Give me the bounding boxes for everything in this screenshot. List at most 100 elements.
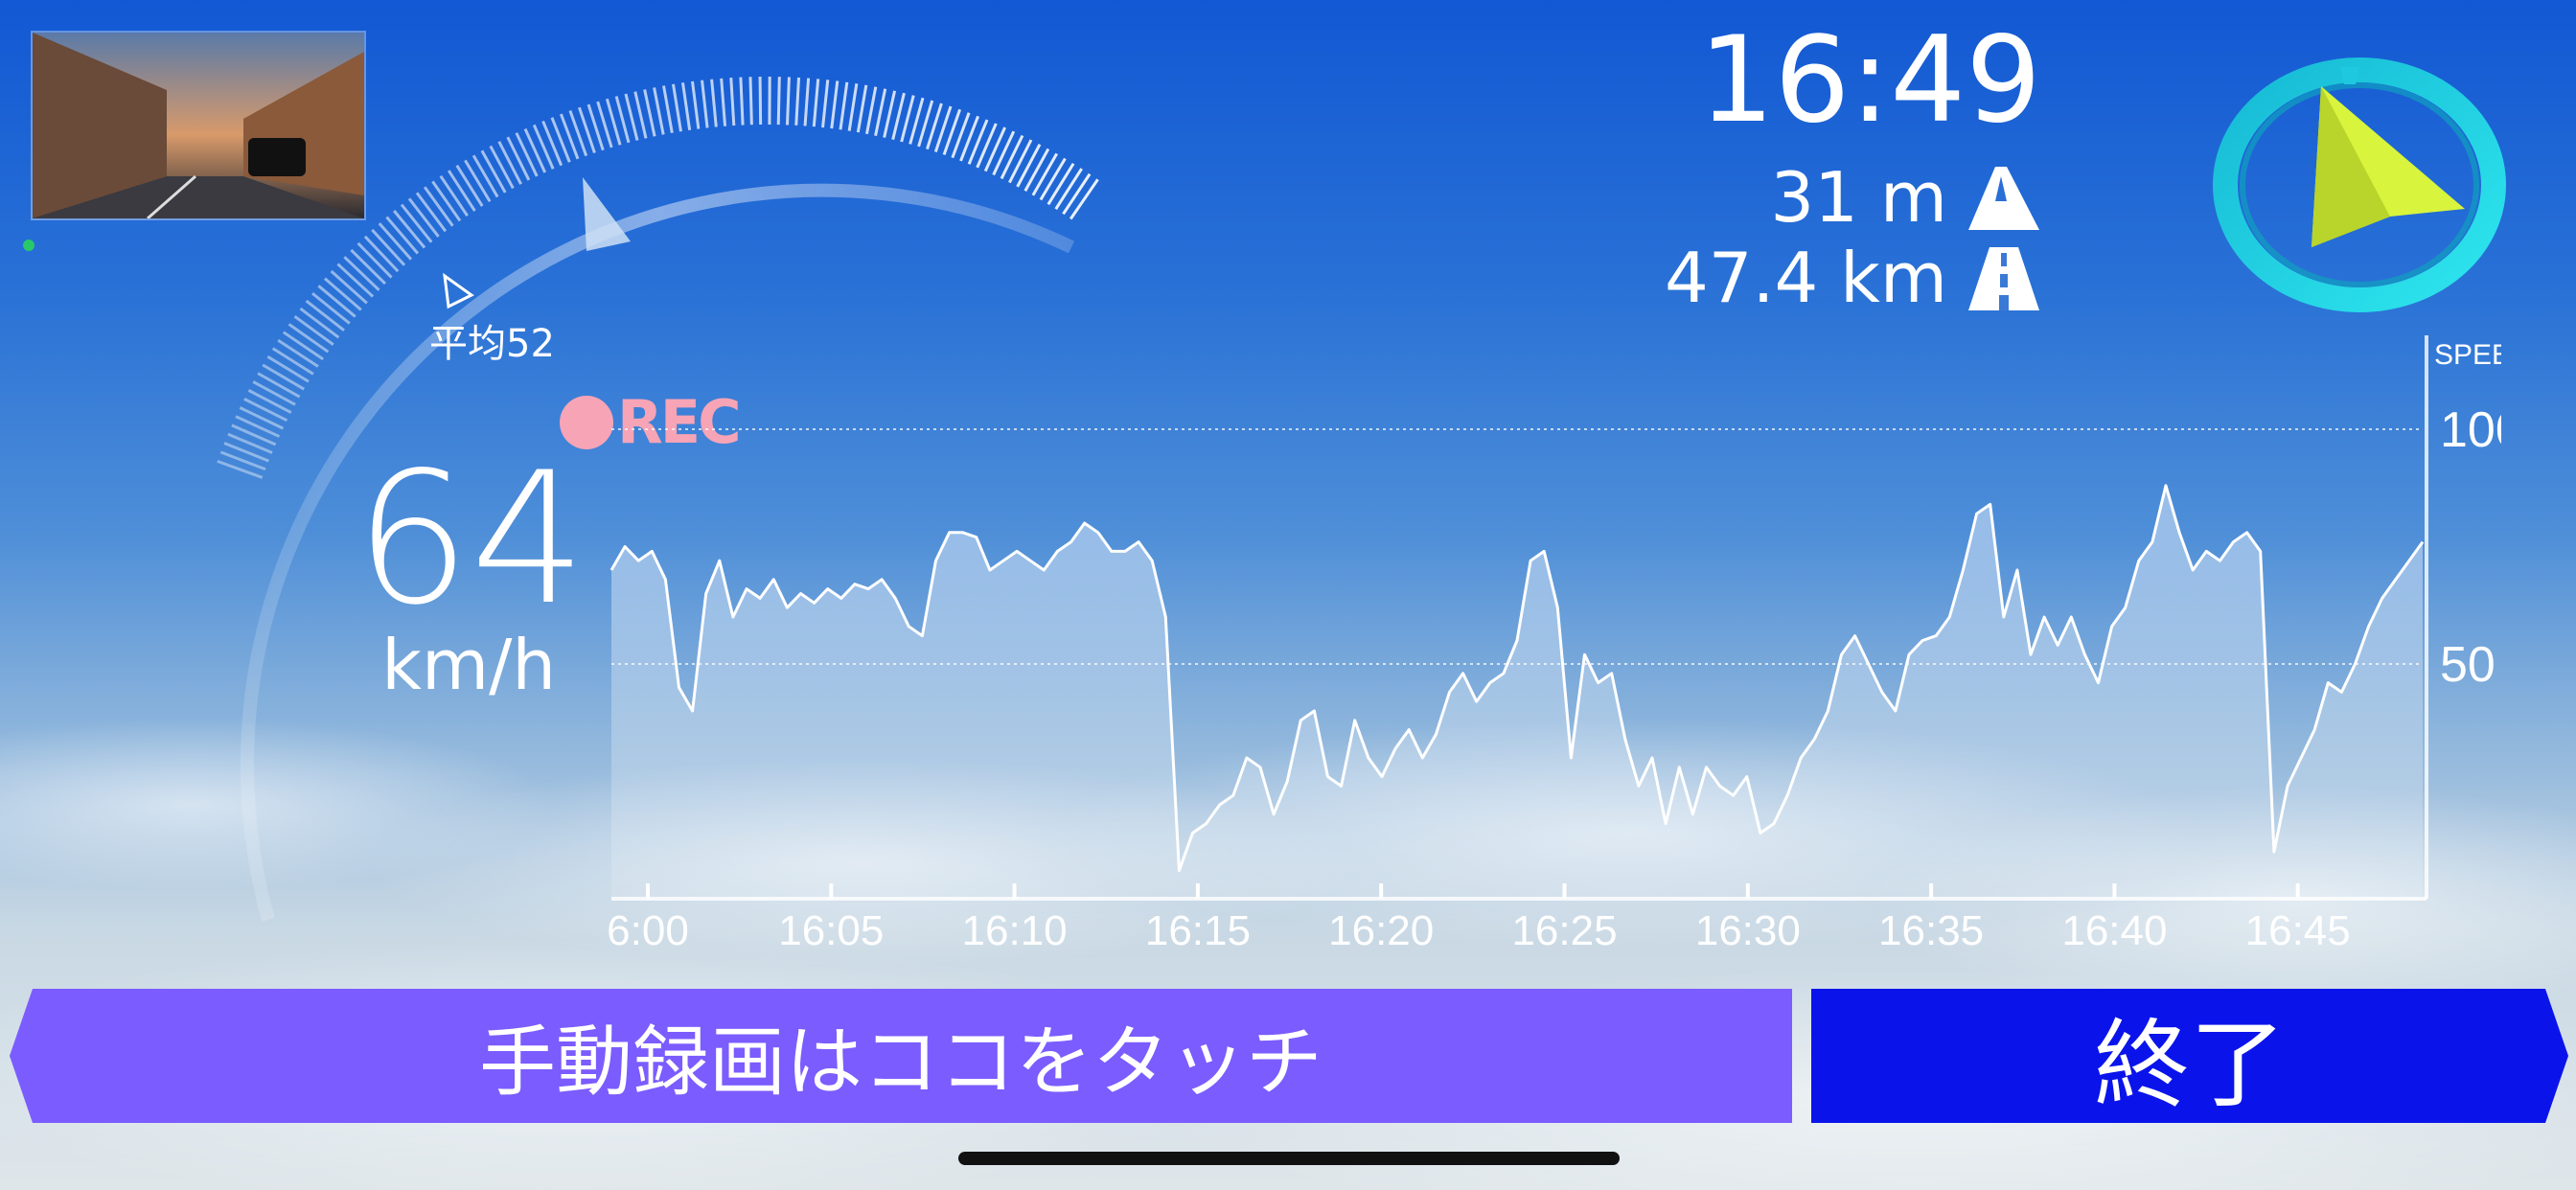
gauge-tick [959,115,979,162]
gauge-tick [1024,148,1050,192]
gauge-tick [643,89,656,137]
chart-x-tick-label: 16:35 [1878,907,1984,954]
home-indicator [958,1152,1620,1165]
speed-needle-marker [583,177,631,251]
average-speed-marker-icon [443,272,474,309]
gauge-tick [480,149,507,194]
gauge-tick [217,459,264,479]
gauge-tick [227,432,273,454]
chart-y-tick-label: 50 [2440,637,2496,693]
gauge-tick [739,77,745,126]
end-button-label: 終了 [2094,1008,2286,1121]
gauge-tick [662,85,674,134]
gauge-tick [559,113,580,160]
gauge-tick [472,154,499,198]
distance-row: 47.4 km [1665,238,2041,318]
altitude-value: 31 m [1770,157,1947,238]
chart-x-tick-label: 16:20 [1328,907,1434,954]
gauge-tick [1046,162,1075,206]
gauge-tick [252,380,296,406]
gauge-tick [720,78,727,126]
gauge-tick [231,423,277,446]
gauge-tick [680,82,692,131]
gauge-tick [710,79,718,127]
chart-x-tick-label: 6:00 [607,907,689,954]
gauge-tick [701,80,709,128]
gauge-tick [1039,157,1067,201]
chart-x-tick-label: 16:25 [1511,907,1617,954]
gauge-tick [523,127,547,173]
gauge-tick [266,355,310,383]
manual-record-button-label: 手動録画はココをタッチ [479,1018,1322,1107]
gauge-tick [464,159,492,203]
gauge-tick [243,398,288,423]
gauge-tick [748,77,753,126]
gauge-tick [1000,134,1024,180]
gauge-tick [262,363,306,391]
gauge-tick [883,90,897,138]
gauge-tick [983,126,1006,172]
mountain-icon [1968,167,2039,230]
distance-value: 47.4 km [1664,238,1947,318]
gauge-tick [489,145,515,190]
gauge-tick [653,87,665,135]
gauge-tick [247,389,292,414]
chart-x-tick-label: 16:10 [962,907,1068,954]
gauge-tick [1031,152,1058,196]
gauge-tick [257,372,301,399]
gauge-tick [785,77,791,126]
gauge-tick [541,120,564,167]
gauge-tick [776,77,781,126]
gauge-tick [847,83,859,131]
gauge-tick [271,347,314,376]
compass-icon[interactable] [2206,56,2513,314]
gauge-tick [812,79,820,127]
chart-x-tick-label: 16:40 [2061,907,2167,954]
gauge-tick [1054,168,1083,211]
speed-series-area [611,485,2423,899]
chart-y-label: SPEED [2434,339,2501,371]
gauge-tick [874,88,887,136]
gauge-tick [671,83,682,132]
road-icon [1968,247,2039,310]
gauge-tick [864,86,878,135]
speed-history-chart: 100 50 6:00 16:05 16:10 16:15 16:20 16:25 16:30 1… [607,335,2501,954]
altitude-row: 31 m [1770,157,2041,238]
current-speed-value: 64 [355,433,586,645]
gauge-tick [992,130,1016,176]
gauge-tick [506,136,531,181]
gauge-tick [839,81,849,130]
gauge-tick [803,78,811,126]
gauge-tick [830,80,840,129]
chart-y-tick-label: 100 [2440,402,2501,458]
gauge-tick [856,84,868,133]
gauge-tick [223,442,269,463]
gauge-tick [967,119,989,165]
gauge-tick [1016,143,1042,188]
chart-x-tick-label: 16:30 [1695,907,1801,954]
gauge-tick [633,91,648,139]
gauge-tick [821,80,830,128]
clock-time: 16:49 [1698,11,2041,149]
chart-x-tick-label: 16:05 [778,907,884,954]
chart-x-tick-label: 16:45 [2245,907,2351,954]
gauge-tick [794,77,801,126]
gauge-tick [515,132,539,177]
gauge-tick [497,141,522,185]
gauge-tick [239,406,285,430]
current-speed-unit: km/h [381,625,556,705]
average-speed-label: 平均52 [429,322,555,366]
gauge-tick [447,170,476,212]
manual-record-button[interactable]: 手動録画はココをタッチ [10,989,1792,1123]
gauge-tick [455,164,484,207]
gauge-tick [219,450,266,471]
gauge-tick [976,123,998,169]
gauge-tick [1008,139,1033,184]
gauge-tick [691,80,701,129]
gauge-tick [550,117,571,163]
chart-x-tick-label: 16:15 [1145,907,1251,954]
gauge-tick [729,78,736,126]
gauge-tick [758,77,763,126]
end-button[interactable]: 終了 [1811,989,2568,1123]
gauge-tick [235,415,281,438]
